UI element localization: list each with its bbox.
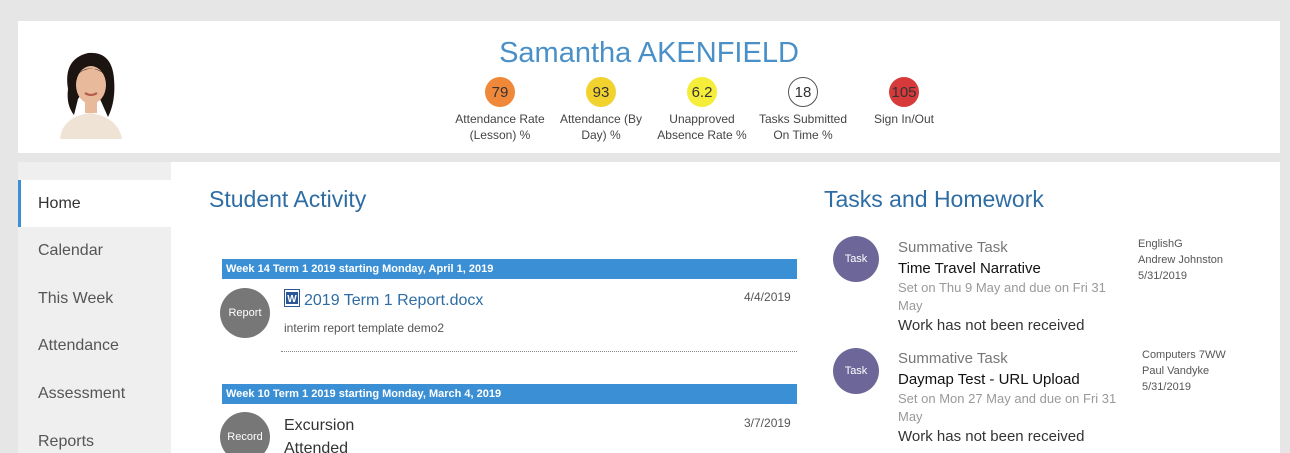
task-subject: EnglishG: [1138, 238, 1183, 250]
metric-label-line1: Tasks Submitted: [758, 112, 848, 126]
report-document-link[interactable]: 2019 Term 1 Report.docx: [304, 292, 483, 309]
metric-value-badge: 79: [485, 77, 515, 107]
task-badge: Task: [833, 236, 879, 282]
activity-item-title[interactable]: Excursion: [284, 417, 354, 435]
task-date: 5/31/2019: [1138, 270, 1187, 282]
student-activity-heading: Student Activity: [209, 186, 367, 212]
activity-subtitle: Attended: [284, 440, 349, 453]
task-type: Summative Task: [898, 350, 1008, 367]
word-doc-icon: W: [284, 289, 300, 312]
activity-item-title[interactable]: W 2019 Term 1 Report.docx: [284, 289, 483, 312]
student-header: Samantha AKENFIELD 79 Attendance Rate (Le…: [18, 21, 1280, 153]
metric-label-line2: On Time %: [773, 128, 833, 142]
week-header: Week 14 Term 1 2019 starting Monday, Apr…: [222, 259, 797, 279]
sidebar-item-label: Home: [38, 194, 81, 212]
task-due: Set on Thu 9 May and due on Fri 31 May: [898, 280, 1106, 313]
report-badge: Report: [220, 288, 270, 338]
sidebar-item-label: Assessment: [38, 384, 126, 402]
sidebar-item-label: Attendance: [38, 336, 119, 354]
metric-attendance-lesson[interactable]: 79 Attendance Rate (Lesson) %: [445, 77, 555, 143]
metric-label: Attendance (By Day) %: [546, 111, 656, 143]
metric-label-line1: Unapproved: [669, 112, 735, 126]
metric-sign-in-out[interactable]: 105 Sign In/Out: [849, 77, 959, 127]
svg-text:W: W: [287, 294, 297, 305]
task-title[interactable]: Daymap Test - URL Upload: [898, 371, 1080, 388]
metric-tasks-submitted[interactable]: 18 Tasks Submitted On Time %: [748, 77, 858, 143]
metric-label-line1: Attendance Rate: [455, 112, 545, 126]
task-badge: Task: [833, 348, 879, 394]
task-subject: Computers 7WW: [1142, 349, 1226, 361]
task-type: Summative Task: [898, 239, 1008, 256]
task-date: 5/31/2019: [1142, 381, 1191, 393]
sidebar-item-assessment[interactable]: Assessment: [18, 370, 171, 417]
metric-label: Attendance Rate (Lesson) %: [445, 111, 555, 143]
record-badge: Record: [220, 412, 270, 453]
metric-value: 79: [491, 83, 509, 101]
metric-value: 18: [794, 83, 812, 101]
main-content: Home Calendar This Week Attendance Asses…: [18, 162, 1280, 453]
sidebar-item-home[interactable]: Home: [18, 180, 171, 227]
task-meta: EnglishG Andrew Johnston 5/31/2019: [1138, 236, 1223, 284]
metric-value: 93: [592, 83, 610, 101]
task-teacher: Paul Vandyke: [1142, 365, 1210, 377]
metric-attendance-day[interactable]: 93 Attendance (By Day) %: [546, 77, 656, 143]
tasks-homework-heading: Tasks and Homework: [824, 186, 1044, 212]
metric-value-badge: 6.2: [687, 77, 717, 107]
metric-label-line1: Sign In/Out: [873, 112, 935, 126]
metric-label: Tasks Submitted On Time %: [748, 111, 858, 143]
metric-value-badge: 93: [586, 77, 616, 107]
task-status: Work has not been received: [898, 428, 1085, 445]
metric-value-badge: 105: [889, 77, 919, 107]
metric-value-badge: 18: [788, 77, 818, 107]
metric-label-line1: Attendance (By: [559, 112, 643, 126]
sidebar-item-attendance[interactable]: Attendance: [18, 322, 171, 369]
sidebar-item-label: This Week: [38, 289, 114, 307]
sidebar-item-reports[interactable]: Reports: [18, 418, 171, 453]
sidebar-item-label: Calendar: [38, 241, 103, 259]
student-name: Samantha AKENFIELD: [499, 37, 799, 69]
metric-label-line2: Absence Rate %: [657, 128, 747, 142]
metric-unapproved-absence[interactable]: 6.2 Unapproved Absence Rate %: [647, 77, 757, 143]
activity-date: 3/7/2019: [744, 416, 791, 430]
metric-value: 6.2: [691, 83, 713, 101]
task-status: Work has not been received: [898, 317, 1085, 334]
activity-date: 4/4/2019: [744, 290, 791, 304]
metric-label-line2: (Lesson) %: [469, 128, 531, 142]
task-meta: Computers 7WW Paul Vandyke 5/31/2019: [1142, 347, 1226, 395]
task-title[interactable]: Time Travel Narrative: [898, 260, 1041, 277]
week-header: Week 10 Term 1 2019 starting Monday, Mar…: [222, 384, 797, 404]
sidebar-item-label: Reports: [38, 432, 95, 450]
task-teacher: Andrew Johnston: [1138, 254, 1223, 266]
metric-label: Unapproved Absence Rate %: [647, 111, 757, 143]
sidebar-item-calendar[interactable]: Calendar: [18, 227, 171, 274]
metric-label: Sign In/Out: [849, 111, 959, 127]
metric-value: 105: [891, 83, 917, 101]
divider: [281, 351, 797, 352]
metric-label-line2: Day) %: [581, 128, 621, 142]
sidebar-item-this-week[interactable]: This Week: [18, 275, 171, 322]
sidebar-nav: Home Calendar This Week Attendance Asses…: [18, 162, 171, 453]
activity-subtitle: interim report template demo2: [284, 321, 445, 335]
task-due: Set on Mon 27 May and due on Fri 31 May: [898, 391, 1117, 424]
